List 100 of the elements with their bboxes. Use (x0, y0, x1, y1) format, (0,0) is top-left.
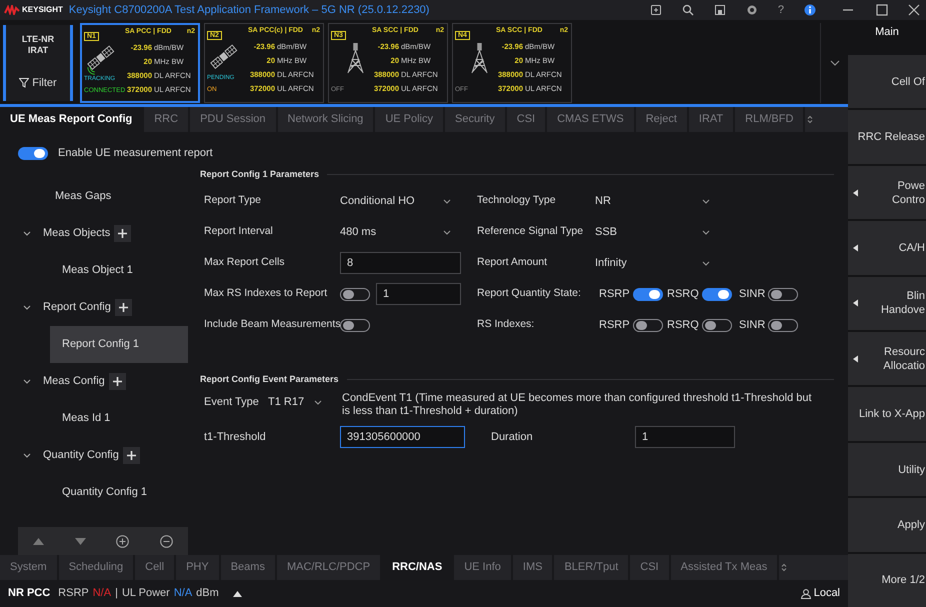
tab[interactable]: CSI (506, 107, 546, 132)
filter-button[interactable]: Filter (19, 75, 57, 92)
tree-item[interactable]: Meas Id 1 (50, 400, 188, 437)
scroll-arrows-icon[interactable] (781, 563, 788, 572)
soft-key-button[interactable]: Blin Handove (848, 276, 926, 330)
field-label: Report Type (203, 193, 262, 208)
tree-item[interactable]: Meas Object 1 (50, 252, 188, 289)
tab[interactable]: BLER/Tput (554, 555, 628, 580)
maximize-icon[interactable] (876, 4, 888, 16)
field-label: Include Beam Measurements (203, 317, 341, 332)
soft-key-button[interactable]: More 1/2 (848, 554, 926, 607)
dropdown[interactable]: SSB (595, 221, 720, 243)
toggle-switch[interactable] (702, 288, 732, 300)
tab[interactable]: UE Info (454, 555, 511, 580)
status-text: UL Power (122, 586, 170, 602)
screenshot-icon[interactable] (650, 4, 662, 16)
tree-item[interactable]: Meas Objects (43, 225, 110, 242)
caret-up-icon[interactable] (232, 590, 242, 596)
toggle-label: SINR (739, 318, 766, 333)
soft-key-button[interactable]: RRC Release (848, 110, 926, 164)
tab[interactable]: PHY (176, 555, 219, 580)
field-label: Max Report Cells (203, 255, 285, 270)
tab[interactable]: System (0, 555, 57, 580)
chevron-down-icon[interactable] (830, 60, 840, 66)
chevron-down-icon[interactable] (23, 305, 31, 310)
remove-circle-icon[interactable] (160, 534, 173, 548)
input-field[interactable]: 8 (340, 252, 461, 274)
settings-icon[interactable] (746, 4, 758, 16)
toggle-switch[interactable] (768, 318, 798, 332)
soft-key-button[interactable]: Cell Of (848, 55, 926, 108)
tab[interactable]: Reject (636, 107, 687, 132)
input-field[interactable]: 1 (635, 426, 735, 448)
tab[interactable]: RRC (144, 107, 188, 132)
soft-key-button[interactable]: Powe Contro (848, 166, 926, 220)
section-title: Report Config Event Parameters (200, 372, 339, 386)
dropdown[interactable]: Conditional HO (340, 190, 461, 212)
user-mode: Local (814, 586, 840, 602)
soft-key-button[interactable]: CA/H (848, 221, 926, 275)
tab[interactable]: Beams (220, 555, 275, 580)
tab[interactable]: RLM/BFD (735, 107, 804, 132)
tree-item[interactable]: Meas Gaps (55, 188, 112, 205)
field-label: t1-Threshold (203, 430, 267, 445)
add-button[interactable] (122, 447, 140, 464)
toggle-switch[interactable] (702, 318, 732, 332)
tab[interactable]: PDU Session (190, 107, 276, 132)
add-circle-icon[interactable] (116, 534, 130, 548)
move-down-icon[interactable] (74, 538, 86, 544)
toggle-switch[interactable] (340, 318, 370, 332)
close-icon[interactable] (908, 4, 920, 16)
tab[interactable]: Scheduling (58, 555, 134, 580)
toggle-switch[interactable] (632, 288, 663, 300)
tree-item[interactable]: Quantity Config (43, 447, 119, 464)
toggle-switch[interactable] (632, 318, 663, 332)
add-button[interactable] (108, 373, 126, 390)
plus-icon (112, 377, 122, 386)
soft-key-button[interactable]: Link to X-App (848, 387, 926, 441)
tab[interactable]: Security (445, 107, 505, 132)
soft-key-button[interactable]: Apply (848, 498, 926, 552)
tab[interactable]: Cell (135, 555, 174, 580)
soft-key-button[interactable]: Utility (848, 442, 926, 496)
dropdown[interactable]: NR (595, 190, 720, 212)
toggle-label: SINR (739, 286, 766, 302)
help-button[interactable]: ? (778, 2, 784, 18)
move-up-icon[interactable] (33, 538, 44, 544)
search-icon[interactable] (682, 4, 694, 16)
tab[interactable]: MAC/RLC/PDCP (276, 555, 380, 580)
scroll-arrows-icon[interactable] (807, 115, 814, 124)
tab[interactable]: IMS (512, 555, 552, 580)
tab[interactable]: CSI (630, 555, 669, 580)
input-field[interactable]: 1 (376, 283, 461, 305)
funnel-icon (19, 78, 30, 88)
tab[interactable]: IRAT (688, 107, 734, 132)
field-label: Event Type (203, 395, 260, 410)
tree-item[interactable]: Report Config 1 (50, 326, 188, 363)
tab[interactable]: Network Slicing (278, 107, 374, 132)
field-label: Report Quantity State: (476, 286, 581, 302)
tree-item[interactable]: Report Config (43, 299, 111, 316)
tree-item[interactable]: Quantity Config 1 (50, 474, 188, 511)
user-icon (800, 588, 811, 598)
toggle-switch[interactable] (340, 288, 370, 300)
save-icon[interactable] (714, 4, 726, 16)
chevron-down-icon[interactable] (23, 453, 31, 458)
toggle-switch[interactable] (768, 288, 798, 300)
status-text: NR PCC (8, 586, 50, 602)
chevron-down-icon[interactable] (23, 379, 31, 384)
info-icon[interactable] (804, 4, 816, 16)
add-button[interactable] (114, 225, 132, 242)
window-title: Keysight C8700200A Test Application Framework – 5G NR (25.0.12.2230) (68, 2, 430, 18)
dropdown[interactable]: T1 R17 (268, 392, 338, 410)
input-field[interactable]: 391305600000 (340, 426, 465, 448)
toggle-switch[interactable] (18, 146, 48, 160)
add-button[interactable] (114, 299, 132, 316)
dropdown[interactable]: 480 ms (340, 221, 461, 243)
chevron-down-icon[interactable] (23, 231, 31, 236)
tab[interactable]: UE Policy (375, 107, 443, 132)
dropdown[interactable]: Infinity (595, 252, 720, 274)
tab[interactable]: Assisted Tx Meas (670, 555, 778, 580)
tab[interactable]: CMAS ETWS (547, 107, 634, 132)
tree-item[interactable]: Meas Config (43, 373, 105, 390)
soft-key-button[interactable]: Resourc Allocatio (848, 332, 926, 386)
